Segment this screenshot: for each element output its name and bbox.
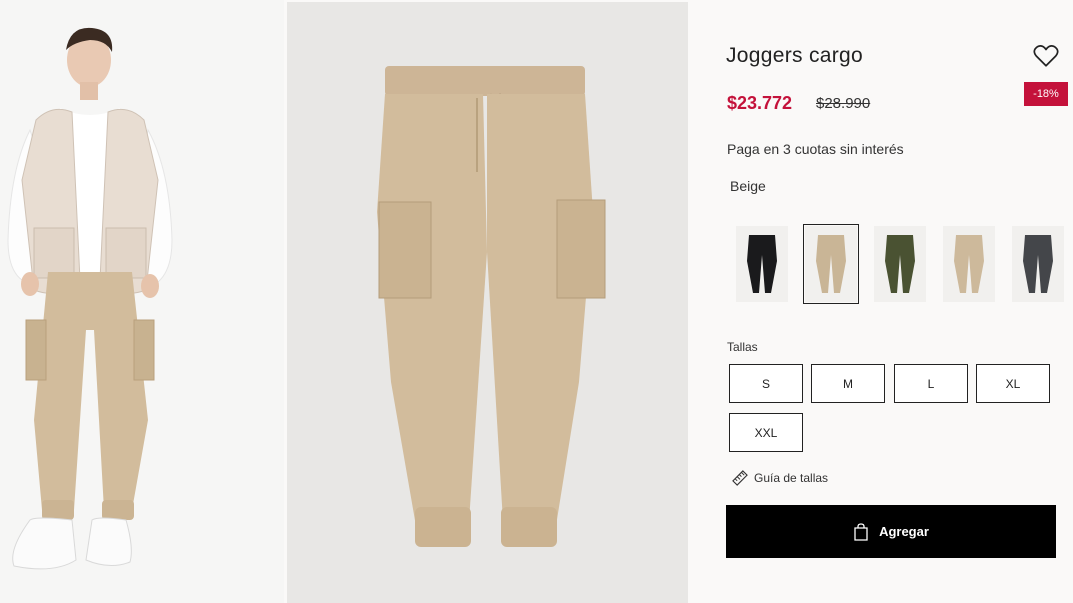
installments-text: Paga en 3 cuotas sin interés — [727, 141, 904, 157]
pants-illustration — [287, 2, 688, 603]
size-button-xl[interactable]: XL — [976, 364, 1050, 403]
swatch-sand[interactable] — [943, 226, 995, 302]
size-button-m[interactable]: M — [811, 364, 885, 403]
swatch-black[interactable] — [736, 226, 788, 302]
size-button-l[interactable]: L — [894, 364, 968, 403]
swatch-grey[interactable] — [1012, 226, 1064, 302]
color-swatches — [732, 224, 1072, 306]
pants-thumbnail-icon — [1023, 235, 1053, 293]
shopping-bag-icon — [854, 522, 868, 541]
heart-icon — [1033, 45, 1059, 67]
swatch-beige[interactable] — [803, 224, 859, 304]
pants-thumbnail-icon — [885, 235, 915, 293]
add-to-cart-label: Agregar — [879, 524, 929, 539]
size-button-xxl[interactable]: XXL — [729, 413, 803, 452]
size-button-s[interactable]: S — [729, 364, 803, 403]
pants-thumbnail-icon — [816, 235, 846, 293]
add-to-cart-button[interactable]: Agregar — [726, 505, 1056, 558]
current-price: $23.772 — [727, 93, 793, 113]
pants-thumbnail-icon — [954, 235, 984, 293]
selected-color-label: Beige — [730, 178, 766, 194]
favorite-button[interactable] — [1033, 44, 1059, 68]
size-guide-link[interactable]: Guía de tallas — [732, 470, 828, 486]
swatch-olive[interactable] — [874, 226, 926, 302]
size-guide-label: Guía de tallas — [754, 471, 829, 485]
product-info-panel: Joggers cargo $23.772 $28.990 -18% Paga … — [688, 0, 1073, 603]
product-image-flat[interactable] — [287, 2, 688, 603]
product-image-model[interactable] — [0, 0, 284, 603]
ruler-icon — [732, 470, 748, 486]
product-title: Joggers cargo — [726, 44, 863, 67]
model-illustration — [0, 0, 284, 603]
pants-thumbnail-icon — [747, 235, 777, 293]
original-price: $28.990 — [816, 95, 871, 112]
sizes-label: Tallas — [727, 340, 758, 354]
discount-badge: -18% — [1024, 82, 1068, 106]
